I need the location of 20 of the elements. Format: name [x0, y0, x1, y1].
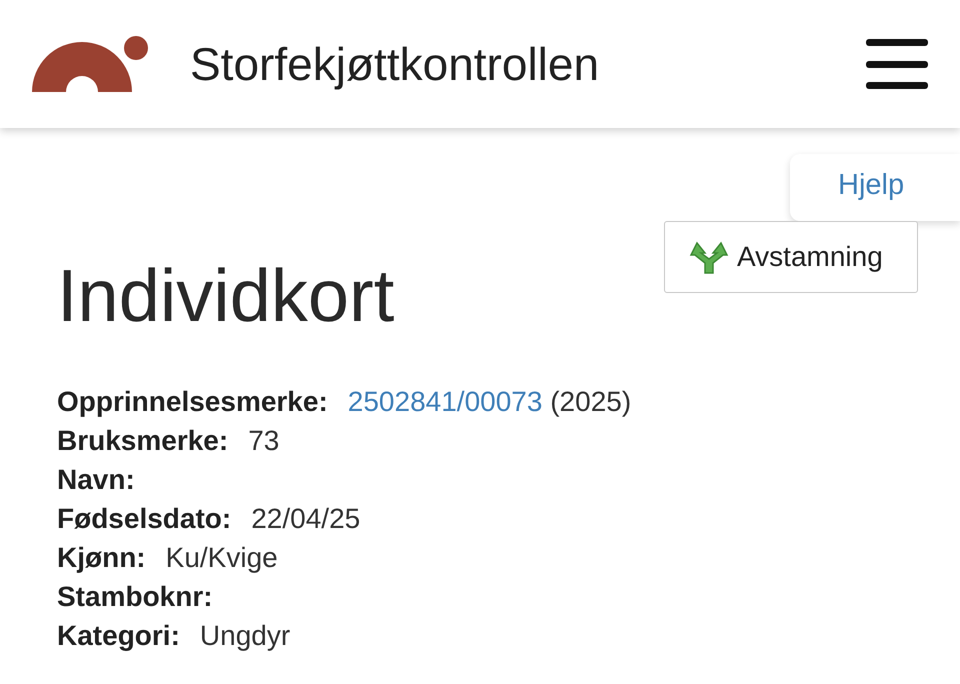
field-label: Bruksmerke: — [57, 424, 228, 458]
field-label: Kategori: — [57, 619, 180, 653]
field-label: Stamboknr: — [57, 580, 213, 614]
field-label: Kjønn: — [57, 541, 146, 575]
logo-icon — [30, 34, 150, 94]
tag-link[interactable]: 2502841/00073 — [348, 386, 542, 417]
field-value: 22/04/25 — [251, 502, 360, 536]
year-text: (2025) — [550, 386, 632, 417]
branch-arrows-icon — [689, 239, 729, 275]
field-value: Ungdyr — [200, 619, 290, 653]
field-value: Ku/Kvige — [166, 541, 278, 575]
pedigree-button[interactable]: Avstamning — [664, 221, 918, 293]
menu-button[interactable] — [866, 39, 928, 89]
field-label: Navn: — [57, 463, 135, 497]
app-title: Storfekjøttkontrollen — [190, 37, 600, 91]
page-title: Individkort — [57, 253, 394, 338]
field-label: Opprinnelsesmerke: — [57, 385, 328, 419]
help-tab[interactable]: Hjelp — [790, 154, 960, 221]
field-label: Fødselsdato: — [57, 502, 232, 536]
field-value: 73 — [248, 424, 280, 458]
